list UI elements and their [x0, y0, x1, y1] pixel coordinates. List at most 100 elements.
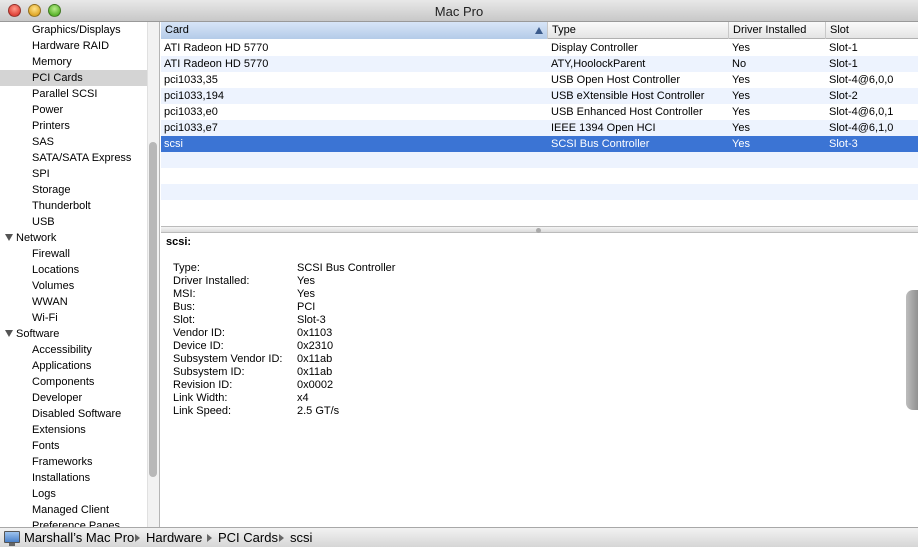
- table-header: Card Type Driver Installed Slot: [161, 22, 918, 39]
- sidebar-item-developer[interactable]: Developer: [0, 390, 147, 406]
- table-row[interactable]: ATI Radeon HD 5770 ATY,HoolockParent No Slo…: [161, 56, 918, 72]
- sidebar-item-preference-panes[interactable]: Preference Panes: [0, 518, 147, 527]
- sidebar-item-disabled-software[interactable]: Disabled Software: [0, 406, 147, 422]
- sidebar-item-label: PCI Cards: [32, 72, 83, 84]
- sidebar-item-managed-client[interactable]: Managed Client: [0, 502, 147, 518]
- sidebar-item-storage[interactable]: Storage: [0, 182, 147, 198]
- sidebar-item-software[interactable]: Software: [0, 326, 147, 342]
- column-header-driver-installed[interactable]: Driver Installed: [729, 22, 826, 39]
- sidebar-item-label: Accessibility: [32, 344, 92, 356]
- sidebar-item-fonts[interactable]: Fonts: [0, 438, 147, 454]
- cell-slot: Slot-4@6,0,0: [829, 74, 894, 86]
- sidebar-item-hardware-raid[interactable]: Hardware RAID: [0, 38, 147, 54]
- detail-value: x4: [297, 392, 309, 404]
- sidebar-item-sata-sata-express[interactable]: SATA/SATA Express: [0, 150, 147, 166]
- sidebar-item-label: USB: [32, 216, 55, 228]
- breadcrumb-separator-icon: [135, 534, 140, 542]
- cell-type: ATY,HoolockParent: [551, 58, 646, 70]
- table-row[interactable]: pci1033,e7 IEEE 1394 Open HCI Yes Slot-4@6,…: [161, 120, 918, 136]
- sidebar-item-spi[interactable]: SPI: [0, 166, 147, 182]
- breadcrumb-separator-icon: [207, 534, 212, 542]
- sidebar-item-graphics-displays[interactable]: Graphics/Displays: [0, 22, 147, 38]
- disclosure-triangle-icon[interactable]: [5, 330, 13, 337]
- sidebar-item-firewall[interactable]: Firewall: [0, 246, 147, 262]
- sidebar-item-label: Components: [32, 376, 95, 388]
- table-row[interactable]: scsi SCSI Bus Controller Yes Slot-3: [161, 136, 918, 152]
- sidebar-item-frameworks[interactable]: Frameworks: [0, 454, 147, 470]
- sidebar-scrollbar-thumb[interactable]: [149, 142, 157, 477]
- disclosure-triangle-icon[interactable]: [5, 234, 13, 241]
- cell-card: ATI Radeon HD 5770: [164, 58, 269, 70]
- sidebar-item-usb[interactable]: USB: [0, 214, 147, 230]
- sidebar-item-extensions[interactable]: Extensions: [0, 422, 147, 438]
- table-row[interactable]: pci1033,194 USB eXtensible Host Controlle…: [161, 88, 918, 104]
- sidebar-item-wwan[interactable]: WWAN: [0, 294, 147, 310]
- sidebar: Graphics/Displays Hardware RAID Memory PCI …: [0, 22, 160, 527]
- cell-type: USB eXtensible Host Controller: [551, 90, 705, 102]
- cell-slot: Slot-1: [829, 42, 858, 54]
- cell-type: SCSI Bus Controller: [551, 138, 650, 150]
- sidebar-item-label: Thunderbolt: [32, 200, 91, 212]
- sidebar-item-wi-fi[interactable]: Wi-Fi: [0, 310, 147, 326]
- sidebar-item-locations[interactable]: Locations: [0, 262, 147, 278]
- cell-slot: Slot-2: [829, 90, 858, 102]
- table-row-empty: [161, 152, 918, 168]
- sidebar-item-components[interactable]: Components: [0, 374, 147, 390]
- detail-value: Yes: [297, 275, 315, 287]
- breadcrumb-scsi[interactable]: scsi: [290, 528, 312, 547]
- breadcrumb-computer[interactable]: Marshall’s Mac Pro: [24, 528, 134, 547]
- detail-key: Subsystem ID:: [173, 366, 245, 378]
- breadcrumb-separator-icon: [279, 534, 284, 542]
- sidebar-item-label: Wi-Fi: [32, 312, 58, 324]
- detail-key: Type:: [173, 262, 200, 274]
- column-header-type[interactable]: Type: [548, 22, 729, 39]
- sidebar-item-accessibility[interactable]: Accessibility: [0, 342, 147, 358]
- sidebar-item-installations[interactable]: Installations: [0, 470, 147, 486]
- detail-value: 0x11ab: [297, 366, 333, 378]
- sidebar-item-label: SATA/SATA Express: [32, 152, 132, 164]
- sidebar-item-label: Parallel SCSI: [32, 88, 98, 100]
- cell-slot: Slot-1: [829, 58, 858, 70]
- sidebar-item-power[interactable]: Power: [0, 102, 147, 118]
- detail-key: Subsystem Vendor ID:: [173, 353, 283, 365]
- table-row-empty: [161, 168, 918, 184]
- side-drawer-tab[interactable]: [906, 290, 918, 410]
- table-row[interactable]: pci1033,e0 USB Enhanced Host Controller Ye…: [161, 104, 918, 120]
- sidebar-item-label: Hardware RAID: [32, 40, 110, 52]
- sidebar-item-label: Disabled Software: [32, 408, 122, 420]
- detail-key: Device ID:: [173, 340, 224, 352]
- sidebar-item-memory[interactable]: Memory: [0, 54, 147, 70]
- sidebar-item-thunderbolt[interactable]: Thunderbolt: [0, 198, 147, 214]
- breadcrumb-hardware[interactable]: Hardware: [146, 528, 202, 547]
- split-view-divider[interactable]: [161, 226, 918, 233]
- sidebar-item-applications[interactable]: Applications: [0, 358, 147, 374]
- sidebar-item-printers[interactable]: Printers: [0, 118, 147, 134]
- sidebar-item-label: Fonts: [32, 440, 60, 452]
- column-header-card[interactable]: Card: [161, 22, 548, 39]
- sort-ascending-icon: [535, 27, 543, 34]
- cell-type: Display Controller: [551, 42, 638, 54]
- path-bar: Marshall’s Mac Pro Hardware PCI Cards sc…: [0, 527, 918, 547]
- column-header-slot[interactable]: Slot: [826, 22, 918, 39]
- sidebar-item-label: Locations: [32, 264, 80, 276]
- sidebar-item-label: SPI: [32, 168, 50, 180]
- sidebar-item-volumes[interactable]: Volumes: [0, 278, 147, 294]
- sidebar-item-network[interactable]: Network: [0, 230, 147, 246]
- detail-value: 2.5 GT/s: [297, 405, 340, 417]
- sidebar-item-label: Network: [16, 232, 57, 244]
- detail-key: Vendor ID:: [173, 327, 225, 339]
- detail-value: 0x0002: [297, 379, 334, 391]
- sidebar-item-label: Power: [32, 104, 64, 116]
- detail-key: Slot:: [173, 314, 196, 326]
- sidebar-item-label: Installations: [32, 472, 91, 484]
- sidebar-item-pci-cards[interactable]: PCI Cards: [0, 70, 147, 86]
- table-row[interactable]: ATI Radeon HD 5770 Display Controller Yes S…: [161, 40, 918, 56]
- sidebar-item-logs[interactable]: Logs: [0, 486, 147, 502]
- sidebar-item-sas[interactable]: SAS: [0, 134, 147, 150]
- cell-type: IEEE 1394 Open HCI: [551, 122, 656, 134]
- sidebar-item-parallel-scsi[interactable]: Parallel SCSI: [0, 86, 147, 102]
- cell-driver: Yes: [732, 122, 750, 134]
- table-row[interactable]: pci1033,35 USB Open Host Controller Yes Slo…: [161, 72, 918, 88]
- cell-driver: No: [732, 58, 747, 70]
- breadcrumb-pci-cards[interactable]: PCI Cards: [218, 528, 278, 547]
